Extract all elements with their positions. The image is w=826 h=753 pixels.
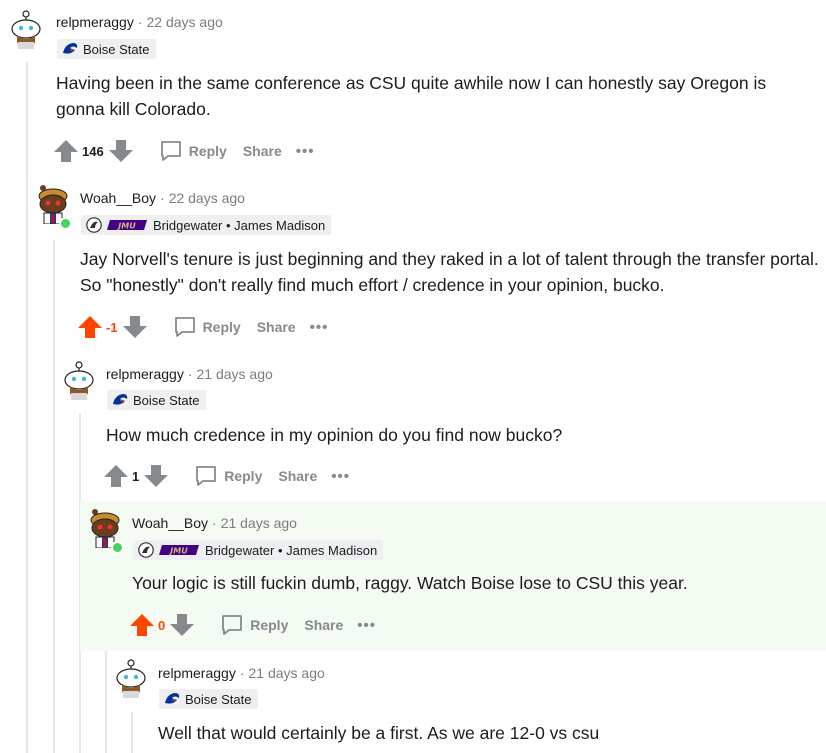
comment-body: Well that would certainly be a first. As… (158, 723, 600, 743)
upvote-icon[interactable] (52, 138, 80, 164)
timestamp[interactable]: 22 days ago (147, 14, 223, 30)
timestamp[interactable]: 21 days ago (221, 515, 297, 531)
username[interactable]: relpmeraggy (56, 14, 134, 30)
flair-text: Bridgewater • James Madison (205, 542, 378, 558)
vote-score: 1 (132, 468, 140, 484)
snoo-avatar[interactable] (113, 658, 149, 698)
share-button[interactable]: Share (278, 468, 317, 484)
comment-body: Having been in the same conference as CS… (56, 73, 767, 119)
comment-actions: 146 Reply Share ••• (52, 136, 315, 166)
username[interactable]: relpmeraggy (106, 366, 184, 382)
reply-label: Reply (202, 319, 241, 335)
comment-bubble-icon (160, 141, 181, 161)
reply-button[interactable]: Reply (159, 139, 227, 163)
timestamp[interactable]: 21 days ago (197, 366, 273, 382)
upvote-icon[interactable] (102, 463, 130, 489)
flair-text: Boise State (133, 392, 200, 408)
user-flair: JMU Bridgewater • James Madison (81, 215, 332, 235)
user-flair: Boise State (107, 390, 206, 410)
snoo-avatar[interactable] (8, 9, 44, 49)
reply-button[interactable]: Reply (173, 315, 241, 339)
comment-actions: -1 Reply Share ••• (76, 312, 328, 342)
thread-line-level-2[interactable] (53, 240, 55, 753)
boise-state-logo-icon (63, 43, 78, 54)
user-flair: Boise State (57, 39, 156, 59)
upvote-icon-active[interactable] (128, 612, 156, 638)
flair-text: Boise State (83, 41, 150, 57)
separator-dot: · (212, 515, 217, 531)
flair-text: Bridgewater • James Madison (153, 217, 326, 233)
snoo-avatar-icon (116, 659, 146, 698)
comment-bubble-icon (222, 615, 243, 635)
vote-score: 146 (82, 143, 104, 159)
thread-line-level-1[interactable] (26, 62, 28, 753)
downvote-icon[interactable] (107, 138, 135, 164)
timestamp[interactable]: 21 days ago (249, 665, 325, 681)
username[interactable]: relpmeraggy (158, 665, 236, 681)
comment-body: How much credence in my opinion do you f… (106, 425, 563, 445)
vote-score: 0 (158, 617, 166, 633)
user-flair: Boise State (159, 689, 258, 709)
reply-label: Reply (188, 143, 227, 159)
user-flair: JMU Bridgewater • James Madison (133, 540, 384, 560)
downvote-icon[interactable] (142, 463, 170, 489)
snoo-avatar-icon (11, 10, 41, 49)
more-options-button[interactable]: ••• (357, 617, 376, 634)
reply-label: Reply (250, 617, 289, 633)
reply-button[interactable]: Reply (194, 464, 262, 488)
more-options-button[interactable]: ••• (296, 143, 315, 160)
online-status-indicator (111, 541, 124, 554)
share-button[interactable]: Share (257, 319, 296, 335)
snoo-avatar-icon (64, 361, 94, 400)
more-options-button[interactable]: ••• (331, 468, 350, 485)
bridgewater-logo-icon (138, 542, 154, 558)
share-button[interactable]: Share (243, 143, 282, 159)
separator-dot: · (160, 190, 165, 206)
comment-body: Jay Norvell's tenure is just beginning a… (80, 249, 819, 295)
more-options-button[interactable]: ••• (310, 319, 329, 336)
jmu-logo-text: JMU (116, 222, 136, 231)
boise-state-logo-icon (113, 394, 128, 405)
bridgewater-logo-icon (86, 217, 102, 233)
vote-score: -1 (106, 319, 118, 335)
jmu-logo-icon: JMU (107, 220, 147, 231)
share-button[interactable]: Share (304, 617, 343, 633)
separator-dot: · (137, 14, 143, 30)
jmu-logo-icon: JMU (159, 545, 199, 556)
username[interactable]: Woah__Boy (80, 190, 156, 206)
username[interactable]: Woah__Boy (132, 515, 208, 531)
timestamp[interactable]: 22 days ago (169, 190, 245, 206)
comment-actions: 1 Reply Share ••• (102, 461, 350, 491)
jmu-logo-text: JMU (168, 547, 188, 556)
reply-label: Reply (224, 468, 263, 484)
comment-actions: 0 Reply Share ••• (128, 610, 376, 640)
online-status-indicator (59, 217, 72, 230)
upvote-icon-active[interactable] (76, 314, 104, 340)
separator-dot: · (239, 665, 245, 681)
downvote-icon[interactable] (168, 612, 196, 638)
comment-body: Your logic is still fuckin dumb, raggy. … (132, 573, 688, 593)
comment-bubble-icon (174, 317, 195, 337)
snoo-avatar[interactable] (61, 360, 97, 400)
reply-button[interactable]: Reply (220, 613, 288, 637)
boise-state-logo-icon (165, 693, 180, 704)
downvote-icon[interactable] (121, 314, 149, 340)
flair-text: Boise State (185, 691, 252, 707)
separator-dot: · (187, 366, 193, 382)
thread-line-level-5[interactable] (131, 712, 133, 753)
comment-bubble-icon (196, 466, 217, 486)
